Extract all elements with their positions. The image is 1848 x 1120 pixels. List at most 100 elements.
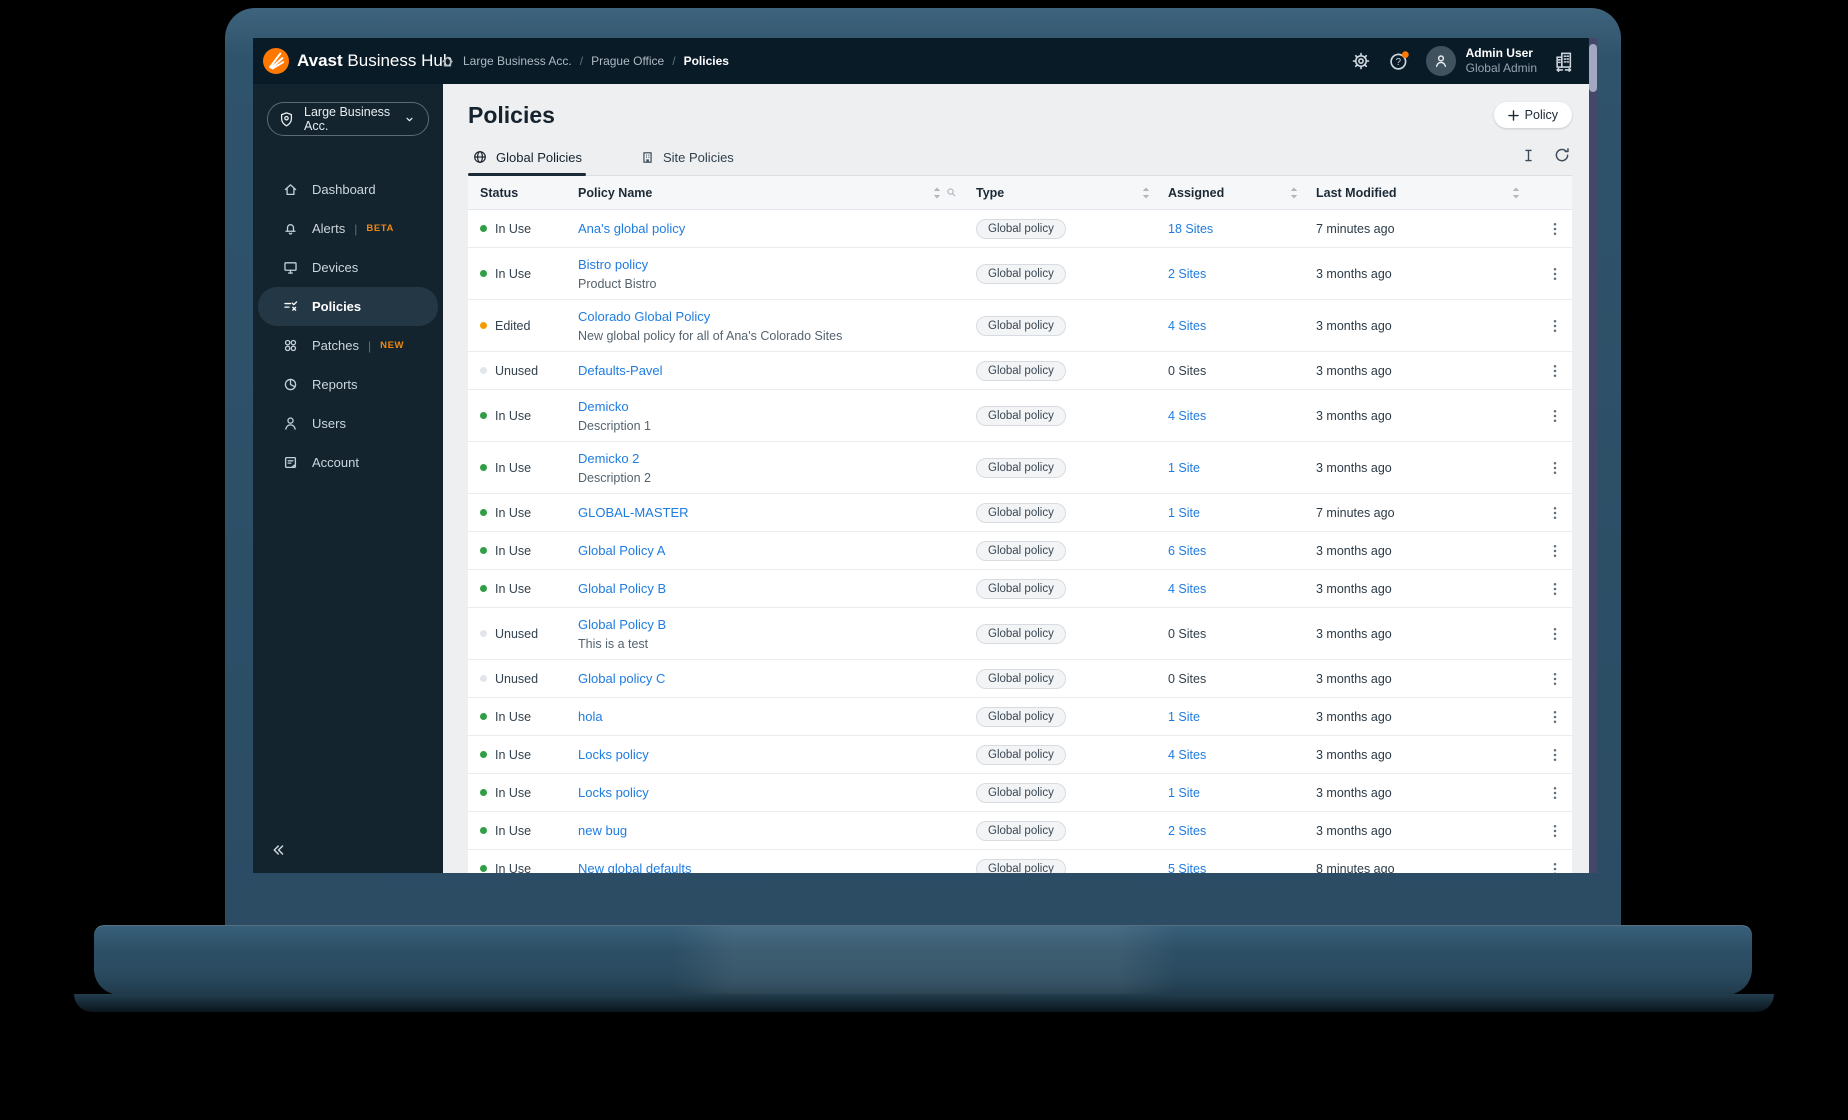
policy-name-link[interactable]: Demicko 2 [578, 451, 639, 466]
assigned-sites-link[interactable]: 4 Sites [1168, 748, 1316, 762]
kebab-menu-icon[interactable] [1538, 266, 1572, 282]
home-icon[interactable] [440, 54, 455, 69]
account-selector[interactable]: Large Business Acc. [267, 102, 429, 136]
tab-site-policies[interactable]: Site Policies [636, 142, 738, 175]
table-row[interactable]: In Use Demicko 2 Description 2 Global polic… [468, 442, 1572, 494]
sidebar-item-account[interactable]: Account [253, 443, 443, 482]
table-row[interactable]: In Use Demicko Description 1 Global policy 4… [468, 390, 1572, 442]
table-row[interactable]: Unused Global policy C Global policy 0 Site… [468, 660, 1572, 698]
table-row[interactable]: In Use Locks policy Global policy 4 Sites 3 … [468, 736, 1572, 774]
table-row[interactable]: In Use hola Global policy 1 Site 3 months ag… [468, 698, 1572, 736]
assigned-sites-link[interactable]: 18 Sites [1168, 222, 1316, 236]
assigned-sites-link[interactable]: 4 Sites [1168, 582, 1316, 596]
sidebar-item-patches[interactable]: Patches | NEW [253, 326, 443, 365]
type-cell: Global policy [976, 405, 1168, 426]
breadcrumb-item-site[interactable]: Prague Office [591, 54, 664, 68]
assigned-sites-link[interactable]: 2 Sites [1168, 267, 1316, 281]
kebab-menu-icon[interactable] [1538, 581, 1572, 597]
kebab-menu-icon[interactable] [1538, 823, 1572, 839]
policy-name-link[interactable]: Ana's global policy [578, 221, 685, 236]
org-switcher-icon[interactable] [1553, 50, 1575, 72]
assigned-sites-link[interactable]: 6 Sites [1168, 544, 1316, 558]
brand-logo[interactable]: Avast Business Hub [253, 48, 452, 74]
table-row[interactable]: In Use Locks policy Global policy 1 Site 3 m… [468, 774, 1572, 812]
policy-name-link[interactable]: Locks policy [578, 747, 649, 762]
sidebar-item-devices[interactable]: Devices [253, 248, 443, 287]
policy-name-link[interactable]: Global Policy A [578, 543, 665, 558]
assigned-sites-link[interactable]: 1 Site [1168, 461, 1316, 475]
policy-name-link[interactable]: Global policy C [578, 671, 665, 686]
avatar[interactable] [1425, 46, 1456, 76]
policy-name-link[interactable]: hola [578, 709, 603, 724]
search-icon[interactable] [945, 186, 958, 199]
assigned-sites-link[interactable]: 5 Sites [1168, 862, 1316, 874]
policy-name-link[interactable]: Bistro policy [578, 257, 648, 272]
table-row[interactable]: Unused Defaults-Pavel Global policy 0 Sites… [468, 352, 1572, 390]
table-row[interactable]: In Use Global Policy A Global policy 6 Site… [468, 532, 1572, 570]
kebab-menu-icon[interactable] [1538, 861, 1572, 873]
assigned-sites-link[interactable]: 1 Site [1168, 786, 1316, 800]
refresh-icon[interactable] [1552, 145, 1572, 165]
sorter-assigned[interactable] [1290, 187, 1298, 199]
policy-description: This is a test [578, 637, 649, 652]
text-cursor-icon[interactable] [1518, 145, 1538, 165]
assigned-sites-link[interactable]: 1 Site [1168, 506, 1316, 520]
sort-icon [1290, 187, 1298, 198]
kebab-menu-icon[interactable] [1538, 626, 1572, 642]
scrollbar-thumb[interactable] [1589, 44, 1597, 92]
kebab-menu-icon[interactable] [1538, 671, 1572, 687]
policy-name-link[interactable]: Defaults-Pavel [578, 363, 663, 378]
kebab-menu-icon[interactable] [1538, 747, 1572, 763]
breadcrumb-item-account[interactable]: Large Business Acc. [463, 54, 572, 68]
collapse-left-icon[interactable] [269, 841, 287, 859]
assigned-sites-link[interactable]: 1 Site [1168, 710, 1316, 724]
help-icon[interactable]: ? [1388, 50, 1410, 72]
kebab-menu-icon[interactable] [1538, 408, 1572, 424]
sidebar-item-dashboard[interactable]: Dashboard [253, 170, 443, 209]
table-row[interactable]: In Use new bug Global policy 2 Sites 3 month… [468, 812, 1572, 850]
kebab-menu-icon[interactable] [1538, 505, 1572, 521]
policy-name-link[interactable]: Locks policy [578, 785, 649, 800]
policy-name-link[interactable]: New global defaults [578, 861, 691, 873]
kebab-menu-icon[interactable] [1538, 785, 1572, 801]
sorter-type[interactable] [1142, 187, 1150, 199]
sorter-last-modified[interactable] [1512, 187, 1520, 199]
policy-name-link[interactable]: new bug [578, 823, 627, 838]
kebab-menu-icon[interactable] [1538, 221, 1572, 237]
table-row[interactable]: In Use Ana's global policy Global policy 18… [468, 210, 1572, 248]
policy-name-cell: Demicko 2 Description 2 [578, 448, 976, 487]
assigned-sites-link[interactable]: 2 Sites [1168, 824, 1316, 838]
table-row[interactable]: Edited Colorado Global Policy New global p… [468, 300, 1572, 352]
sidebar-item-alerts[interactable]: Alerts | BETA [253, 209, 443, 248]
policy-name-link[interactable]: Colorado Global Policy [578, 309, 710, 324]
sidebar-item-policies[interactable]: Policies [258, 287, 438, 326]
table-row[interactable]: In Use Bistro policy Product Bistro Global … [468, 248, 1572, 300]
status-dot [480, 713, 487, 720]
assigned-sites-link[interactable]: 4 Sites [1168, 409, 1316, 423]
table-row[interactable]: Unused Global Policy B This is a test Globa… [468, 608, 1572, 660]
policy-name-link[interactable]: GLOBAL-MASTER [578, 505, 689, 520]
user-block[interactable]: Admin User Global Admin [1466, 46, 1537, 76]
kebab-menu-icon[interactable] [1538, 363, 1572, 379]
table-row[interactable]: In Use GLOBAL-MASTER Global policy 1 Site 7 … [468, 494, 1572, 532]
page-scrollbar[interactable] [1589, 38, 1597, 873]
tab-global-policies[interactable]: Global Policies [468, 141, 586, 176]
sorter-policy-name[interactable] [933, 186, 958, 199]
table-row[interactable]: In Use New global defaults Global policy 5 … [468, 850, 1572, 873]
policy-name-link[interactable]: Global Policy B [578, 617, 666, 632]
assigned-sites-link[interactable]: 4 Sites [1168, 319, 1316, 333]
table-row[interactable]: In Use Global Policy B Global policy 4 Site… [468, 570, 1572, 608]
gear-icon[interactable] [1350, 50, 1372, 72]
policy-name-link[interactable]: Global Policy B [578, 581, 666, 596]
sidebar-item-reports[interactable]: Reports [253, 365, 443, 404]
tab-label: Site Policies [663, 150, 734, 165]
kebab-menu-icon[interactable] [1538, 460, 1572, 476]
kebab-menu-icon[interactable] [1538, 709, 1572, 725]
policy-name-link[interactable]: Demicko [578, 399, 629, 414]
sidebar-item-users[interactable]: Users [253, 404, 443, 443]
help-notification-dot [1401, 51, 1409, 59]
kebab-menu-icon[interactable] [1538, 543, 1572, 559]
user-role: Global Admin [1465, 61, 1537, 75]
add-policy-button[interactable]: Policy [1493, 102, 1572, 128]
kebab-menu-icon[interactable] [1538, 318, 1572, 334]
